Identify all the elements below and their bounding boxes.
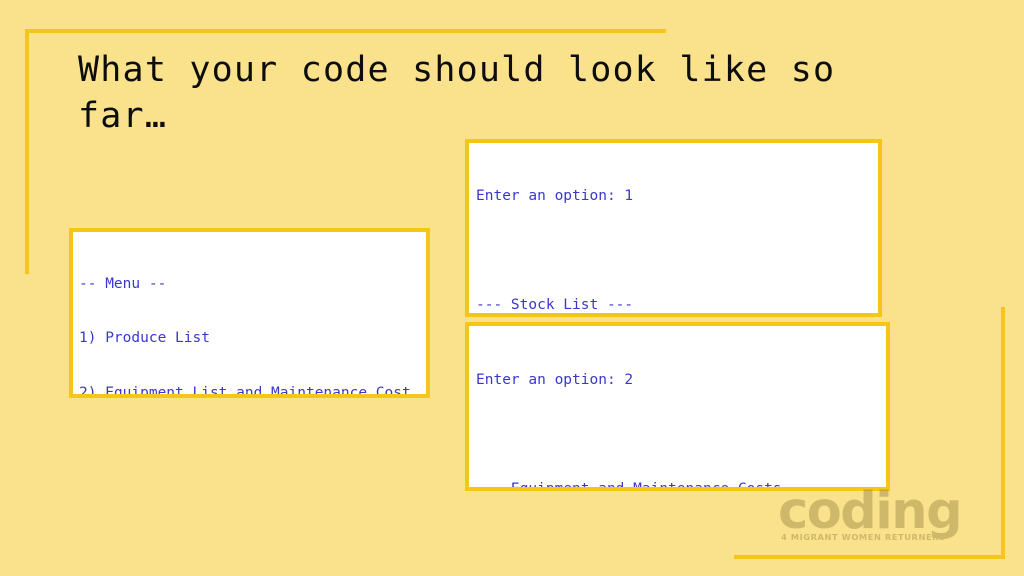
menu-terminal-output: -- Menu -- 1) Produce List 2) Equipment … xyxy=(69,228,430,398)
terminal-line: 2) Equipment List and Maintenance Cost xyxy=(79,385,411,398)
terminal-line: 1) Produce List xyxy=(79,330,210,347)
terminal-header-line: --- Equipment and Maintenance Costs --- xyxy=(476,481,817,491)
terminal-header-line: --- Stock List --- xyxy=(476,297,634,314)
stock-list-terminal-output: Enter an option: 1 --- Stock List --- NA… xyxy=(465,139,882,317)
terminal-prompt-line: Enter an option: 2 xyxy=(476,371,634,388)
terminal-line: -- Menu -- xyxy=(79,275,167,292)
terminal-prompt-line: Enter an option: 1 xyxy=(476,187,634,204)
equipment-list-terminal-output: Enter an option: 2 --- Equipment and Mai… xyxy=(465,322,890,491)
slide-title: What your code should look like so far… xyxy=(78,50,858,136)
